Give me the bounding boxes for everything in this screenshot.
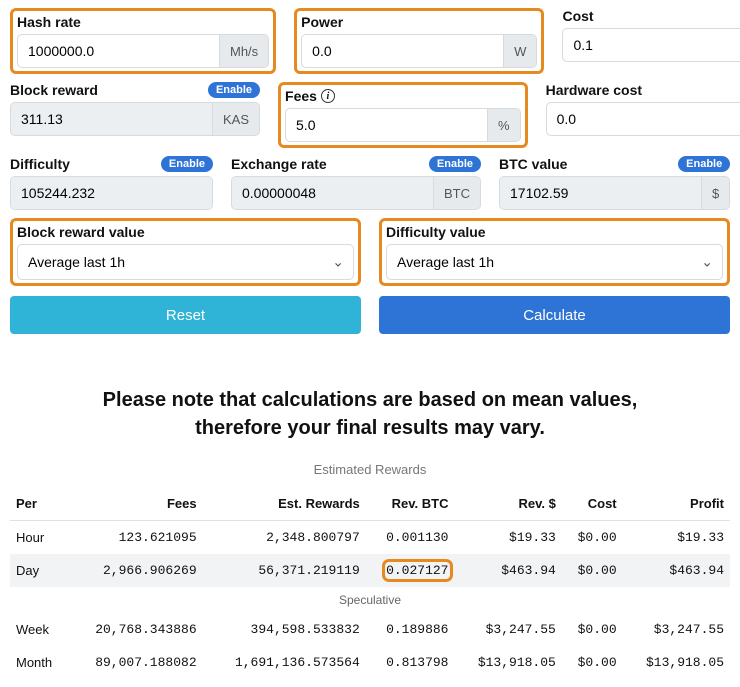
col-fees: Fees — [67, 487, 202, 521]
hash-rate-field: Hash rate Mh/s — [10, 8, 276, 74]
exchange-rate-label: Exchange rate — [231, 156, 327, 172]
cost-field: Cost $/kWh — [562, 8, 740, 74]
calculate-button[interactable]: Calculate — [379, 296, 730, 334]
hash-rate-input[interactable] — [18, 35, 219, 67]
col-per: Per — [10, 487, 67, 521]
col-profit: Profit — [623, 487, 730, 521]
difficulty-label: Difficulty — [10, 156, 70, 172]
exchange-rate-input[interactable] — [232, 177, 433, 209]
table-row: Month 89,007.188082 1,691,136.573564 0.8… — [10, 646, 730, 679]
info-icon[interactable]: i — [321, 89, 335, 103]
table-row: Week 20,768.343886 394,598.533832 0.1898… — [10, 613, 730, 646]
block-reward-field: Block reward Enable KAS — [10, 82, 260, 148]
calculation-note: Please note that calculations are based … — [40, 386, 700, 442]
btc-value-label: BTC value — [499, 156, 567, 172]
speculative-divider: Speculative — [10, 587, 730, 613]
power-label: Power — [301, 14, 343, 30]
btc-value-enable[interactable]: Enable — [678, 156, 730, 172]
difficulty-enable[interactable]: Enable — [161, 156, 213, 172]
col-rev-btc: Rev. BTC — [366, 487, 455, 521]
col-rev-usd: Rev. $ — [455, 487, 562, 521]
block-reward-unit: KAS — [212, 103, 259, 135]
difficulty-value-field: Difficulty value Average last 1h ⌄ — [379, 218, 730, 286]
block-reward-label: Block reward — [10, 82, 98, 98]
difficulty-field: Difficulty Enable — [10, 156, 213, 210]
table-row: Day 2,966.906269 56,371.219119 0.027127 … — [10, 554, 730, 587]
hardware-cost-label: Hardware cost — [546, 82, 642, 98]
exchange-rate-field: Exchange rate Enable BTC — [231, 156, 481, 210]
hash-rate-label: Hash rate — [17, 14, 81, 30]
col-est-rewards: Est. Rewards — [203, 487, 366, 521]
btc-value-field: BTC value Enable $ — [499, 156, 730, 210]
cost-label: Cost — [562, 8, 593, 24]
highlighted-rev-btc-day: 0.027127 — [386, 563, 448, 578]
fees-input[interactable] — [286, 109, 487, 141]
block-reward-value-field: Block reward value Average last 1h ⌄ — [10, 218, 361, 286]
rewards-table: Per Fees Est. Rewards Rev. BTC Rev. $ Co… — [10, 487, 730, 679]
fees-field: Fees i % — [278, 82, 528, 148]
hardware-cost-input[interactable] — [547, 103, 740, 135]
block-reward-input[interactable] — [11, 103, 212, 135]
power-field: Power W — [294, 8, 544, 74]
difficulty-value-select[interactable]: Average last 1h — [386, 244, 723, 280]
block-reward-value-label: Block reward value — [17, 224, 145, 240]
hardware-cost-field: Hardware cost $ — [546, 82, 740, 148]
power-input[interactable] — [302, 35, 503, 67]
block-reward-value-select[interactable]: Average last 1h — [17, 244, 354, 280]
power-unit: W — [503, 35, 536, 67]
difficulty-input[interactable] — [11, 177, 212, 209]
table-row: Hour 123.621095 2,348.800797 0.001130 $1… — [10, 521, 730, 555]
reset-button[interactable]: Reset — [10, 296, 361, 334]
hash-rate-unit[interactable]: Mh/s — [219, 35, 268, 67]
fees-unit: % — [487, 109, 520, 141]
table-title: Estimated Rewards — [10, 462, 730, 477]
exchange-rate-enable[interactable]: Enable — [429, 156, 481, 172]
btc-value-unit: $ — [701, 177, 729, 209]
btc-value-input[interactable] — [500, 177, 701, 209]
col-cost: Cost — [562, 487, 623, 521]
cost-input[interactable] — [563, 29, 740, 61]
exchange-rate-unit: BTC — [433, 177, 480, 209]
table-header-row: Per Fees Est. Rewards Rev. BTC Rev. $ Co… — [10, 487, 730, 521]
block-reward-enable[interactable]: Enable — [208, 82, 260, 98]
difficulty-value-label: Difficulty value — [386, 224, 486, 240]
fees-label: Fees i — [285, 88, 335, 104]
